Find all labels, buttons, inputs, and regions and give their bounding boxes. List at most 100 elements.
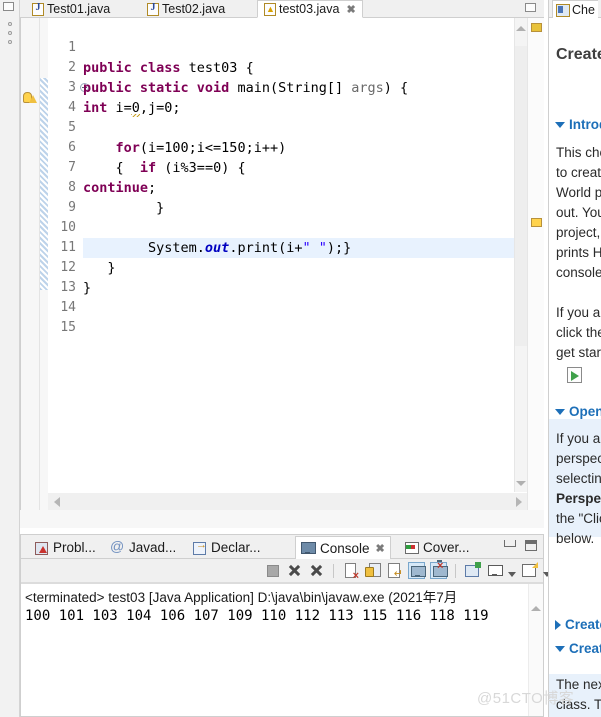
run-step-icon[interactable] xyxy=(567,367,583,383)
line-number-gutter: 1 2 3 4 5 6 7 8 9 10 11 12 13 14 15 xyxy=(48,18,80,510)
annotation-gutter[interactable] xyxy=(21,18,40,510)
cheat-sheet-paragraph: the "Click to Perform" button xyxy=(556,511,601,526)
code-line[interactable] xyxy=(83,318,535,338)
overview-ruler[interactable] xyxy=(527,18,544,510)
chevron-down-icon[interactable] xyxy=(508,571,516,577)
cheat-sheet-note: get started. xyxy=(556,345,601,360)
overview-warning-marker[interactable] xyxy=(531,23,542,32)
tab-declaration[interactable]: Declar... xyxy=(187,536,266,559)
cheat-sheet-paragraph: console, then run it. xyxy=(556,265,601,280)
tab-label: Che xyxy=(572,2,595,17)
code-line[interactable]: } xyxy=(83,278,535,298)
code-line[interactable] xyxy=(83,118,535,138)
line-number: 7 xyxy=(68,160,76,175)
code-token: out xyxy=(204,240,230,256)
console-output-area[interactable]: <terminated> test03 [Java Application] D… xyxy=(21,583,543,716)
code-line[interactable]: continue; xyxy=(83,178,535,198)
cheat-sheet-section-create-class[interactable]: Create a Java class xyxy=(555,641,601,656)
editor-tab-test02[interactable]: Test02.java xyxy=(141,0,231,18)
editor-tab-test03[interactable]: test03.java ✖ xyxy=(257,0,363,18)
tab-problems[interactable]: Probl... xyxy=(29,536,101,559)
restore-view-icon[interactable] xyxy=(3,2,14,11)
minimize-icon[interactable] xyxy=(504,540,516,547)
code-token: public class xyxy=(83,60,189,76)
show-console-on-error-button[interactable] xyxy=(430,560,448,579)
code-line[interactable]: for(i=100;i<=150;i++) xyxy=(83,138,535,158)
code-token: ; xyxy=(148,180,157,196)
cheat-sheet-content[interactable]: Create a Hello World application Introdu… xyxy=(549,19,601,717)
declaration-icon xyxy=(192,539,207,555)
code-line[interactable] xyxy=(83,298,535,318)
tab-console[interactable]: Console ✖ xyxy=(295,536,391,559)
editor-tab-label: test03.java xyxy=(279,2,340,16)
console-icon xyxy=(301,541,316,555)
code-token: (i=100;i<=150;i++) xyxy=(139,140,287,156)
java-file-icon xyxy=(147,2,159,16)
remove-all-terminated-button[interactable] xyxy=(308,562,325,579)
scroll-up-arrow-icon[interactable] xyxy=(516,26,526,31)
code-line[interactable] xyxy=(83,38,535,58)
scroll-right-arrow-icon[interactable] xyxy=(516,497,522,507)
remove-launch-button[interactable] xyxy=(286,562,303,579)
console-vertical-scrollbar[interactable] xyxy=(528,584,543,716)
scroll-lock-button[interactable] xyxy=(364,562,381,579)
line-number: 6 xyxy=(68,140,76,155)
editor-horizontal-scrollbar[interactable] xyxy=(48,493,528,510)
tab-coverage[interactable]: Cover... xyxy=(399,536,475,559)
clear-console-button[interactable] xyxy=(342,562,359,582)
new-console-view-button[interactable] xyxy=(521,562,538,579)
tab-label: Javad... xyxy=(129,540,177,555)
console-launch-header: <terminated> test03 [Java Application] D… xyxy=(25,590,458,605)
warning-lightbulb-icon[interactable] xyxy=(23,91,38,106)
close-icon[interactable]: ✖ xyxy=(346,3,355,16)
cheat-sheet-note: click the "Click to Begin" button to xyxy=(556,325,601,340)
cheat-sheet-section-create-project[interactable]: Create a Java project xyxy=(555,617,601,632)
maximize-icon[interactable] xyxy=(525,540,537,551)
tab-label: Probl... xyxy=(53,540,96,555)
chevron-right-icon[interactable] xyxy=(555,619,561,630)
code-line[interactable]: { if (i%3==0) { xyxy=(83,158,535,178)
editor-tabbar: Test01.java Test02.java test03.java ✖ xyxy=(20,0,544,18)
scroll-up-arrow-icon[interactable] xyxy=(531,606,541,611)
code-line[interactable]: } xyxy=(83,198,535,218)
console-output-text: 100 101 103 104 106 107 109 110 112 113 … xyxy=(25,608,489,624)
editor-tab-test01[interactable]: Test01.java xyxy=(26,0,116,18)
code-text[interactable]: public class test03 {public static void … xyxy=(83,18,544,510)
tab-javadoc[interactable]: Javad... xyxy=(105,536,181,559)
tab-label: Console xyxy=(320,540,370,556)
cheat-sheet-section-introduction[interactable]: Introduction xyxy=(555,117,601,132)
scroll-left-arrow-icon[interactable] xyxy=(54,497,60,507)
terminate-button[interactable] xyxy=(264,562,281,579)
close-icon[interactable]: ✖ xyxy=(376,542,385,555)
console-toolbar xyxy=(21,559,551,583)
cheat-sheet-section-open-perspective[interactable]: Open the Java perspective xyxy=(555,404,601,419)
code-line[interactable]: public static void main(String[] args) { xyxy=(83,78,535,98)
word-wrap-button[interactable] xyxy=(386,562,403,580)
code-editor[interactable]: 1 2 3 4 5 6 7 8 9 10 11 12 13 14 15 publ… xyxy=(20,18,544,510)
tab-cheat-sheets[interactable]: Che xyxy=(552,0,598,18)
code-line[interactable]: public class test03 { xyxy=(83,58,535,78)
code-token: .print(i+ xyxy=(229,240,303,256)
overview-warning-marker[interactable] xyxy=(531,218,542,227)
code-line[interactable]: System.out.print(i+" ");} xyxy=(83,238,535,258)
scroll-down-arrow-icon[interactable] xyxy=(516,481,526,486)
chevron-down-icon[interactable] xyxy=(555,408,565,415)
code-token: } xyxy=(83,200,165,216)
open-console-button[interactable] xyxy=(464,562,481,579)
code-token: for xyxy=(115,140,140,156)
cheat-sheet-icon xyxy=(556,3,570,17)
line-number: 15 xyxy=(60,320,76,335)
view-drag-handle-icon[interactable] xyxy=(6,22,14,44)
code-token: test03 { xyxy=(188,60,254,76)
code-line[interactable] xyxy=(83,218,535,238)
editor-restore-icon[interactable] xyxy=(525,3,536,12)
code-line[interactable]: } xyxy=(83,258,535,278)
chevron-down-icon[interactable] xyxy=(555,121,565,128)
editor-tab-label: Test01.java xyxy=(47,2,111,16)
editor-vertical-scrollbar[interactable] xyxy=(514,18,528,492)
code-line[interactable]: int i=0,j=0; xyxy=(83,98,535,118)
display-selected-console-button[interactable] xyxy=(486,562,503,579)
cheat-sheet-title: Create a Hello World application xyxy=(556,46,601,63)
chevron-down-icon[interactable] xyxy=(555,645,565,652)
show-console-on-output-button[interactable] xyxy=(408,562,426,579)
